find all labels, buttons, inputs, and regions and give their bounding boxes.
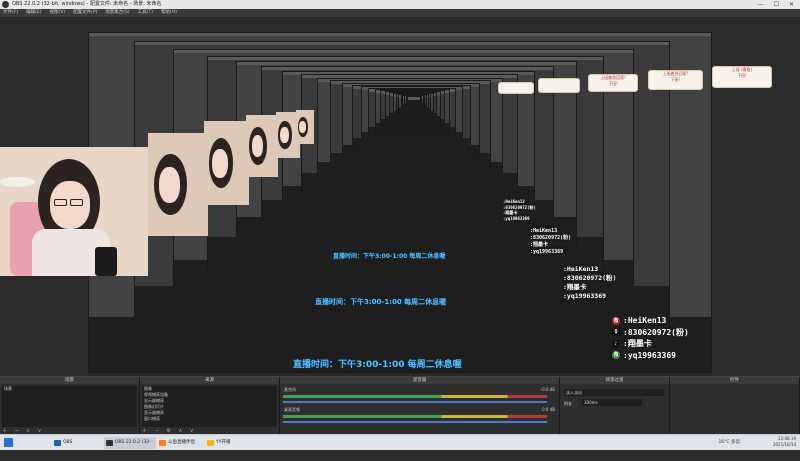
social-overlay-3: :HeiKen13 :830620972(粉) :翔墨卡 :yq19963369: [563, 265, 617, 300]
clock-date: 2021/10/14: [772, 442, 796, 447]
volume-meter: [283, 415, 547, 418]
close-button[interactable]: ✕: [789, 0, 794, 9]
menu-view[interactable]: 视图(V): [49, 9, 65, 17]
mixer-channel-name: 麦克风: [284, 387, 296, 392]
sticker: [498, 82, 534, 94]
dock-panel: 场景 场景 ＋ − ∧ ∨ 来源 图像 视频捕获设备 显示器捕获 图像幻灯片 显…: [0, 376, 800, 435]
qq-icon: Q: [612, 328, 620, 337]
menu-help[interactable]: 帮助(H): [161, 9, 177, 17]
scene-tools[interactable]: ＋ − ∧ ∨: [2, 427, 44, 434]
menu-scene-collection[interactable]: 场景集合(S): [105, 9, 129, 17]
controls-dock: 控件: [670, 377, 800, 435]
mixer-title: 混音器: [280, 377, 559, 384]
taskbar-app-yy[interactable]: YY开播: [205, 437, 245, 449]
sticker: 上班着急回家! 下班!: [588, 74, 638, 92]
webcam-source: [0, 147, 148, 276]
volume-meter: [283, 395, 547, 398]
mixer-channel-db: -0.0 dB: [540, 387, 555, 392]
nested-titlebar: [407, 96, 421, 100]
schedule-text-3: 直播时间：下午3:00-1:00 每周二休息喔: [315, 298, 447, 306]
controls-title: 控件: [670, 377, 799, 384]
window-controls: — ☐ ✕: [758, 0, 800, 9]
menu-profile[interactable]: 配置文件(P): [73, 9, 97, 17]
duration-input[interactable]: 300ms: [582, 399, 642, 406]
nested-webcam-source: [246, 115, 278, 177]
window-titlebar: OBS 22.0.2 (32-bit, windows) - 配置文件: 未命名…: [0, 0, 800, 9]
weibo-icon: 微: [612, 316, 620, 325]
social-overlay-2: 微:HeiKen13 Q:830620972(粉) ♪:翔墨卡 微:yq1996…: [612, 316, 689, 360]
nested-titlebar: [134, 42, 670, 46]
mixer-channel-name: 桌面音频: [284, 407, 300, 412]
scenes-title: 场景: [0, 377, 139, 384]
sources-list[interactable]: 图像 视频捕获设备 显示器捕获 图像幻灯片 显示器捕获 窗口捕获: [142, 386, 277, 427]
mixer-channel-db: 0.0 dB: [542, 407, 555, 412]
menu-bar: 文件(F) 编辑(E) 视图(V) 配置文件(P) 场景集合(S) 工具(T) …: [0, 9, 800, 17]
nested-webcam-source: [204, 121, 249, 205]
transitions-title: 场景过渡: [560, 377, 669, 384]
transition-select[interactable]: 淡入淡出: [564, 389, 664, 396]
scenes-list[interactable]: 场景: [2, 386, 137, 427]
sticker: 上班 (摸鱼) 下班!: [712, 66, 772, 88]
window-title: OBS 22.0.2 (32-bit, windows) - 配置文件: 未命名…: [12, 1, 162, 7]
start-icon[interactable]: [4, 438, 13, 447]
menu-tools[interactable]: 工具(T): [138, 9, 153, 17]
menu-edit[interactable]: 编辑(E): [26, 9, 41, 17]
list-item[interactable]: 场景: [2, 386, 137, 392]
schedule-text-2: 直播时间：下午3:00-1:00 每周二休息喔: [293, 360, 462, 370]
sticker: [538, 78, 580, 93]
nested-titlebar: [173, 49, 634, 53]
taskbar-app-obs[interactable]: OBS: [52, 437, 92, 449]
duration-label: 时长: [564, 401, 572, 406]
nested-webcam-source: [296, 110, 314, 144]
list-item[interactable]: 窗口捕获: [142, 416, 277, 422]
weather-widget[interactable]: 16°C 多云: [718, 439, 740, 445]
sticker: 上班着急回家! 下班!: [648, 70, 703, 90]
taskbar-app-obs-window[interactable]: OBS 22.0.2 (32-bi...: [104, 437, 156, 457]
obs-logo-icon: [2, 1, 9, 8]
nested-titlebar: [236, 62, 577, 66]
scenes-dock: 场景 场景 ＋ − ∧ ∨: [0, 377, 140, 435]
social-overlay-4: :HeiKen13 :830620972(粉) :翔墨卡 :yq19963369: [530, 228, 572, 255]
source-tools[interactable]: ＋ − ⚙ ∧ ∨: [142, 427, 196, 434]
menu-file[interactable]: 文件(F): [3, 9, 18, 17]
wechat-icon: 微: [612, 351, 620, 360]
social-overlay-5: :HeiKen13 :830620972(粉) :翔墨卡 :yq19963369: [503, 199, 536, 221]
mixer-dock: 混音器 麦克风 -0.0 dB 桌面音频 0.0 dB: [280, 377, 560, 435]
nested-preview-layer: [406, 95, 422, 104]
minimize-button[interactable]: —: [758, 0, 764, 9]
volume-slider[interactable]: [283, 421, 547, 423]
volume-slider[interactable]: [283, 401, 547, 403]
nested-titlebar: [207, 56, 603, 60]
nested-webcam-source: [148, 133, 208, 236]
douyin-icon: ♪: [612, 339, 620, 348]
system-tray[interactable]: 22:08:19 2021/10/14: [773, 436, 796, 448]
nested-dock: [407, 100, 421, 103]
sources-title: 来源: [140, 377, 279, 384]
schedule-text-4: 直播时间：下午3:00-1:00 每周二休息喔: [333, 253, 446, 260]
transitions-dock: 场景过渡 淡入淡出 时长 300ms: [560, 377, 670, 435]
taskbar: OBS OBS 22.0.2 (32-bi... 斗鱼直播伴侣 YY开播 22:…: [0, 434, 800, 457]
sources-dock: 来源 图像 视频捕获设备 显示器捕获 图像幻灯片 显示器捕获 窗口捕获 ＋ − …: [140, 377, 280, 435]
taskbar-app-douyu[interactable]: 斗鱼直播伴侣: [157, 437, 205, 449]
nested-titlebar: [89, 33, 711, 36]
maximize-button[interactable]: ☐: [774, 0, 779, 9]
